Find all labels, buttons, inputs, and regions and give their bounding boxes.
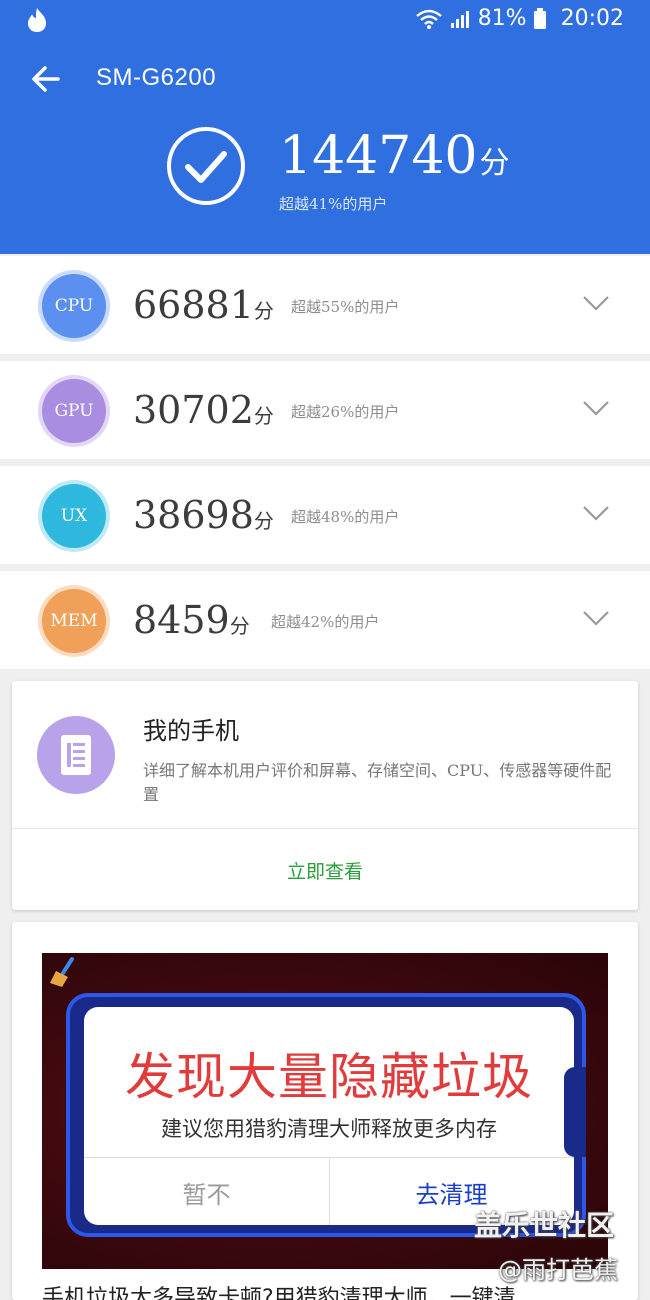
gpu-badge: GPU <box>42 379 106 443</box>
score-row-gpu[interactable]: GPU 30702分 超越26%的用户 <box>0 361 650 459</box>
chevron-down-icon[interactable] <box>582 609 610 627</box>
my-phone-card: 我的手机 详细了解本机用户评价和屏幕、存储空间、CPU、传感器等硬件配置 立即查… <box>12 681 638 910</box>
mem-score-value: 8459 <box>133 598 230 642</box>
gpu-score-value: 30702 <box>133 388 254 432</box>
checkmark-circle-icon <box>167 127 245 205</box>
card-description: 详细了解本机用户评价和屏幕、存储空间、CPU、传感器等硬件配置 <box>143 761 612 804</box>
cpu-score: 66881分 <box>133 282 274 334</box>
ux-score-value: 38698 <box>133 493 254 537</box>
ad-subline: 建议您用猎豹清理大师释放更多内存 <box>161 1117 497 1141</box>
cpu-badge: CPU <box>42 274 106 338</box>
gpu-beat-text: 超越26%的用户 <box>291 403 400 421</box>
device-name: SM-G6200 <box>96 64 217 91</box>
flame-icon <box>28 8 46 32</box>
card-title: 我的手机 <box>143 717 239 745</box>
total-score: 144740分 <box>279 126 510 194</box>
chevron-down-icon[interactable] <box>582 294 610 312</box>
score-row-ux[interactable]: UX 38698分 超越48%的用户 <box>0 466 650 564</box>
score-unit: 分 <box>229 614 250 638</box>
phone-notch <box>564 1067 586 1157</box>
wifi-icon <box>415 9 442 29</box>
document-icon-glyph <box>61 735 91 775</box>
status-bar: 81% 20:02 <box>0 0 650 40</box>
mem-badge: MEM <box>42 589 106 653</box>
score-row-mem[interactable]: MEM 8459分 超越42%的用户 <box>0 571 650 669</box>
signal-icon <box>450 10 469 28</box>
view-now-button[interactable]: 立即查看 <box>12 857 638 884</box>
ad-cancel-button[interactable]: 暂不 <box>84 1175 329 1210</box>
mem-beat-text: 超越42%的用户 <box>271 613 380 631</box>
ux-badge: UX <box>42 484 106 548</box>
cpu-score-value: 66881 <box>133 283 254 327</box>
total-score-value: 144740 <box>279 126 478 186</box>
divider <box>12 828 638 829</box>
score-row-cpu[interactable]: CPU 66881分 超越55%的用户 <box>0 256 650 354</box>
score-header: 81% 20:02 SM-G6200 144740分 超越41%的用户 <box>0 0 650 254</box>
ux-beat-text: 超越48%的用户 <box>291 508 400 526</box>
gpu-score: 30702分 <box>133 387 274 439</box>
score-unit: 分 <box>253 509 274 533</box>
broom-icon <box>50 957 74 987</box>
watermark-community: 盖乐世社区 <box>474 1209 615 1242</box>
document-icon <box>37 716 115 794</box>
ux-score: 38698分 <box>133 492 274 544</box>
clock: 20:02 <box>560 6 624 31</box>
phone-illustration: 发现大量隐藏垃圾 建议您用猎豹清理大师释放更多内存 暂不 去清理 <box>66 993 586 1237</box>
total-beat-text: 超越41%的用户 <box>279 195 388 213</box>
chevron-down-icon[interactable] <box>582 399 610 417</box>
phone-screen: 发现大量隐藏垃圾 建议您用猎豹清理大师释放更多内存 暂不 去清理 <box>84 1007 574 1225</box>
watermark-author: @雨打芭蕉 <box>498 1256 618 1284</box>
ad-headline: 发现大量隐藏垃圾 <box>125 1048 533 1106</box>
cpu-beat-text: 超越55%的用户 <box>291 298 400 316</box>
score-unit: 分 <box>253 299 274 323</box>
score-unit: 分 <box>253 404 274 428</box>
chevron-down-icon[interactable] <box>582 504 610 522</box>
total-score-unit: 分 <box>479 146 510 181</box>
battery-percent: 81% <box>477 6 527 31</box>
mem-score: 8459分 <box>133 597 250 649</box>
back-arrow-icon[interactable] <box>30 63 62 95</box>
battery-icon <box>533 7 546 29</box>
